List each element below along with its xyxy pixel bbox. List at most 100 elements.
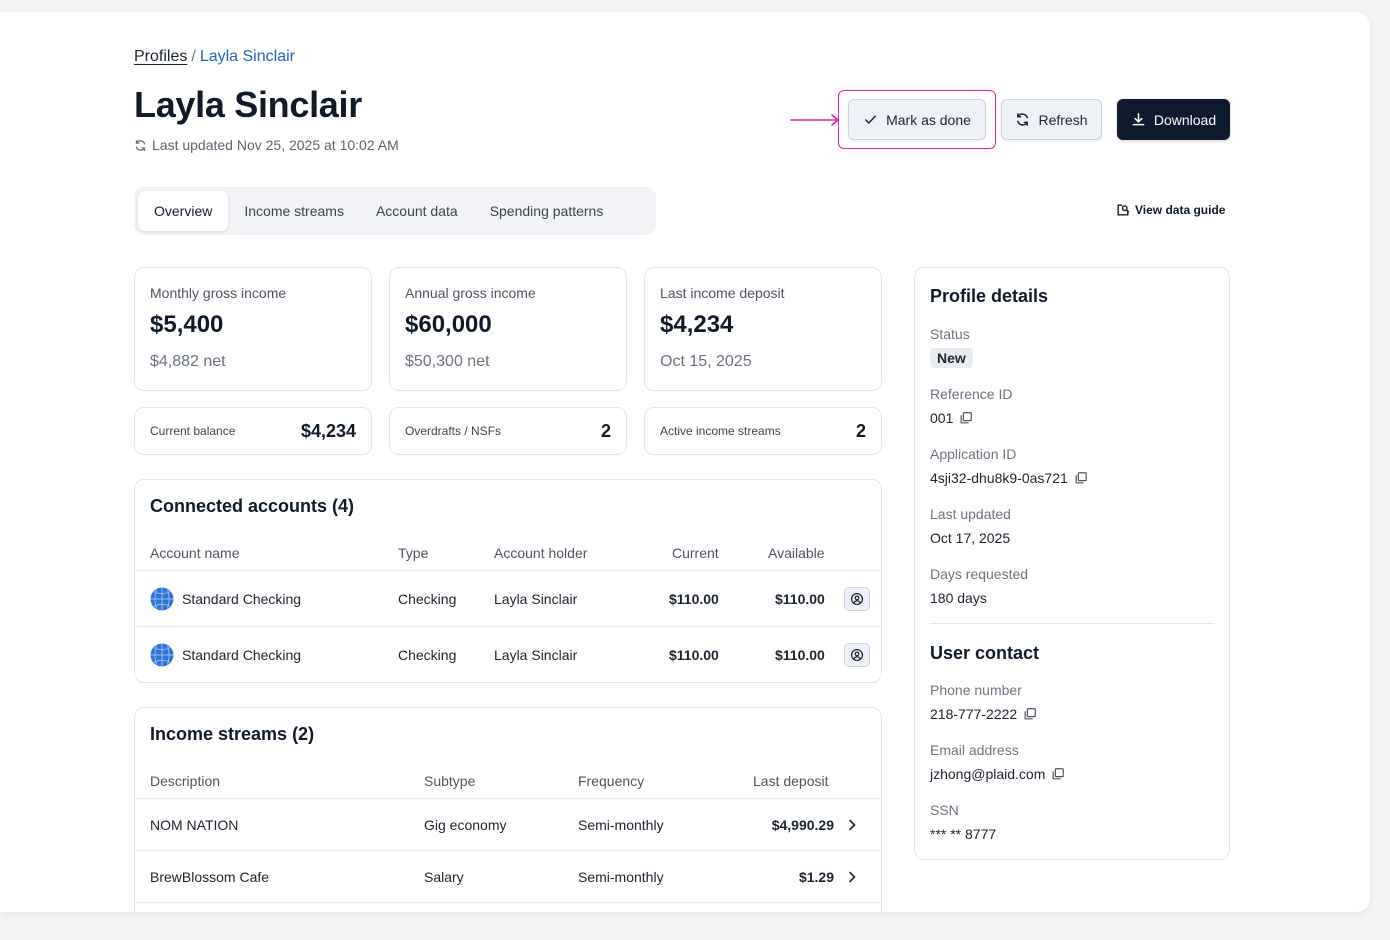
download-label: Download: [1153, 111, 1217, 128]
phone-label: Phone number: [930, 682, 1022, 698]
tab-spending-patterns[interactable]: Spending patterns: [474, 191, 620, 231]
connected-accounts-card: Connected accounts (4) Account name Type…: [134, 479, 882, 683]
bank-logo-icon: [150, 587, 174, 610]
refresh-icon: [1017, 113, 1029, 126]
reference-id-value: 001: [930, 410, 973, 426]
breadcrumb-separator: /: [191, 48, 196, 65]
ssn-label: SSN: [930, 802, 959, 818]
account-type: Checking: [398, 646, 457, 663]
last-updated-value: Oct 17, 2025: [930, 530, 1011, 546]
last-updated-text: Last updated Nov 25, 2025 at 10:02 AM: [152, 137, 399, 153]
bank-logo-icon: [150, 643, 174, 666]
download-icon: [1132, 113, 1145, 126]
mini-card-active-streams: Active income streams 2: [644, 407, 882, 455]
column-header: Type: [398, 545, 429, 561]
application-id-value: 4sji32-dhu8k9-0as721: [930, 470, 1088, 486]
email-text: jzhong@plaid.com: [930, 766, 1046, 782]
stat-value: $60,000: [405, 311, 492, 338]
mark-as-done-label: Mark as done: [886, 111, 971, 128]
column-header: Account name: [150, 545, 240, 561]
ssn-value: *** ** 8777: [930, 826, 997, 842]
mini-label: Overdrafts / NSFs: [405, 424, 502, 438]
reference-id-text: 001: [930, 410, 954, 426]
phone-value: 218-777-2222: [930, 706, 1037, 722]
stat-sub: $4,882 net: [150, 353, 226, 370]
email-value: jzhong@plaid.com: [930, 766, 1065, 782]
table-row[interactable]: Standard Checking Checking Layla Sinclai…: [135, 626, 881, 682]
stat-label: Annual gross income: [405, 285, 536, 301]
days-requested-label: Days requested: [930, 566, 1029, 582]
copy-icon[interactable]: [1074, 471, 1088, 485]
stat-sub: $50,300 net: [405, 353, 490, 370]
chevron-right-icon[interactable]: [844, 817, 860, 833]
user-contact-title: User contact: [930, 643, 1040, 663]
tab-account-data[interactable]: Account data: [360, 191, 474, 231]
mini-value: 2: [855, 420, 866, 441]
stat-value: $4,234: [660, 311, 734, 338]
email-label: Email address: [930, 742, 1019, 758]
table-row[interactable]: NOM NATION Gig economy Semi-monthly $4,9…: [135, 798, 881, 850]
check-icon: [865, 115, 877, 124]
column-header: Last deposit: [753, 773, 829, 789]
mini-label: Active income streams: [660, 424, 781, 438]
column-header: Description: [150, 773, 221, 789]
refresh-label: Refresh: [1038, 111, 1088, 128]
page-title: Layla Sinclair: [134, 84, 362, 125]
annotation-arrow-icon: [790, 114, 840, 126]
app-window: Profiles / Layla Sinclair Layla Sinclair L…: [0, 12, 1370, 912]
income-streams-card: Income streams (2) Description Subtype F…: [134, 707, 882, 912]
income-last-deposit: $4,990.29: [771, 816, 834, 833]
income-last-deposit: $1.29: [798, 868, 834, 885]
account-holder: Layla Sinclair: [494, 590, 578, 607]
copy-icon[interactable]: [1051, 767, 1065, 781]
mini-value: 2: [600, 420, 611, 441]
mini-card-overdrafts: Overdrafts / NSFs 2: [389, 407, 627, 455]
stat-card-annual-gross: Annual gross income $60,000 $50,300 net: [389, 267, 627, 391]
income-description: BrewBlossom Cafe: [150, 868, 270, 885]
tab-overview[interactable]: Overview: [138, 191, 229, 231]
days-requested-value: 180 days: [930, 590, 987, 606]
copy-icon[interactable]: [1023, 707, 1037, 721]
user-circle-icon: [850, 592, 864, 605]
account-current: $110.00: [669, 646, 719, 663]
account-owner-button[interactable]: [844, 642, 870, 667]
mark-as-done-button[interactable]: Mark as done: [848, 99, 986, 140]
tab-bar: Overview Income streams Account data Spe…: [134, 187, 656, 235]
column-header: Subtype: [424, 773, 476, 789]
column-header: Available: [768, 545, 825, 561]
mini-value: $4,234: [300, 420, 356, 441]
table-row[interactable]: BrewBlossom Cafe Salary Semi-monthly $1.…: [135, 850, 881, 902]
user-circle-icon: [850, 648, 864, 661]
connected-accounts-title: Connected accounts (4): [150, 496, 355, 516]
copy-icon[interactable]: [959, 411, 973, 425]
view-data-guide-link[interactable]: View data guide: [1116, 203, 1225, 217]
stat-sub: Oct 15, 2025: [660, 353, 752, 370]
application-id-text: 4sji32-dhu8k9-0as721: [930, 470, 1068, 486]
stat-label: Last income deposit: [660, 285, 785, 301]
income-streams-title: Income streams (2): [150, 724, 315, 744]
breadcrumb-current[interactable]: Layla Sinclair: [200, 48, 295, 65]
refresh-button[interactable]: Refresh: [1001, 99, 1102, 140]
stat-card-last-deposit: Last income deposit $4,234 Oct 15, 2025: [644, 267, 882, 391]
download-button[interactable]: Download: [1117, 99, 1230, 140]
refresh-icon: [135, 139, 146, 151]
breadcrumb-profiles-link[interactable]: Profiles: [134, 48, 187, 65]
account-name: Standard Checking: [182, 646, 302, 663]
divider: [930, 623, 1214, 624]
tab-income-streams[interactable]: Income streams: [228, 191, 360, 231]
phone-text: 218-777-2222: [930, 706, 1018, 722]
stat-label: Monthly gross income: [150, 285, 287, 301]
mini-label: Current balance: [150, 424, 236, 438]
table-row[interactable]: [135, 902, 881, 912]
column-header: Frequency: [578, 773, 645, 789]
application-id-label: Application ID: [930, 446, 1017, 462]
account-owner-button[interactable]: [844, 586, 870, 611]
account-holder: Layla Sinclair: [494, 646, 578, 663]
view-data-guide-label: View data guide: [1135, 203, 1226, 217]
table-row[interactable]: Standard Checking Checking Layla Sinclai…: [135, 570, 881, 626]
guide-search-icon: [1117, 204, 1130, 216]
stat-value: $5,400: [150, 311, 224, 338]
income-subtype: Gig economy: [424, 816, 507, 833]
chevron-right-icon[interactable]: [844, 869, 860, 885]
column-header: Current: [672, 545, 719, 561]
